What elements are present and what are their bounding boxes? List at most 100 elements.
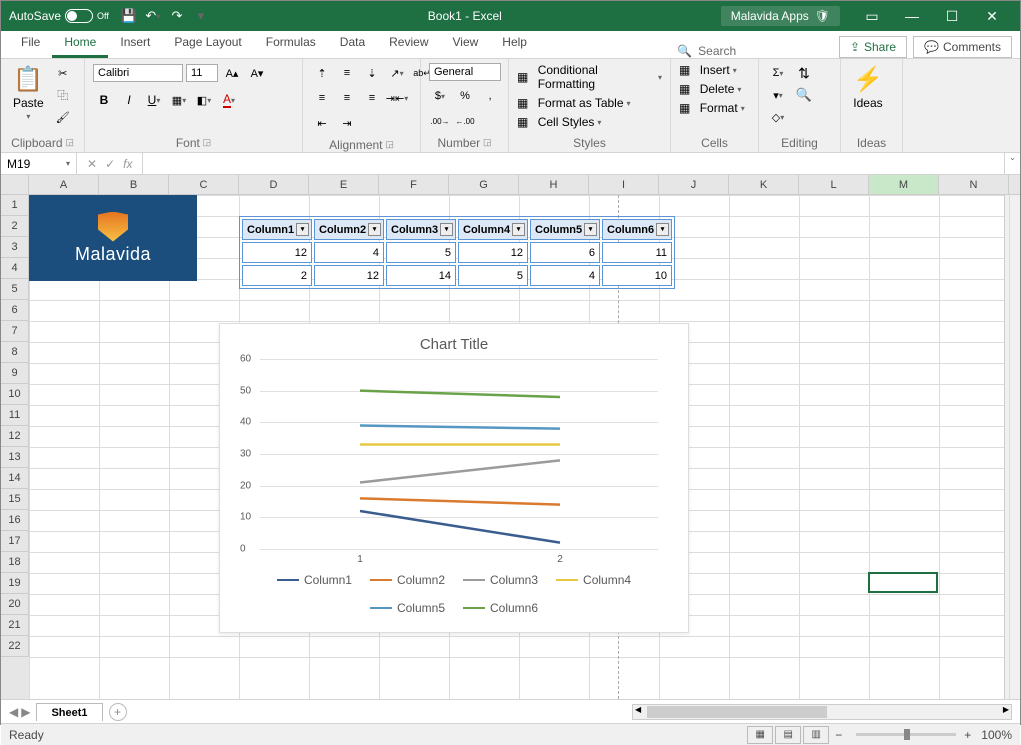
column-header[interactable]: C [169, 175, 239, 194]
legend-item[interactable]: Column2 [370, 573, 445, 587]
autosum-icon[interactable]: Σ▾ [767, 63, 789, 83]
increase-indent-icon[interactable]: ⇥ [336, 113, 358, 133]
row-header[interactable]: 20 [1, 594, 29, 615]
column-header[interactable]: K [729, 175, 799, 194]
column-header[interactable]: M [869, 175, 939, 194]
font-size-input[interactable] [186, 64, 218, 82]
table-header[interactable]: Column5▾ [530, 219, 600, 240]
table-header[interactable]: Column4▾ [458, 219, 528, 240]
align-middle-icon[interactable]: ≡ [336, 63, 358, 83]
worksheet-grid[interactable]: ABCDEFGHIJKLMN 1234567891011121314151617… [1, 175, 1020, 699]
align-left-icon[interactable]: ≡ [311, 88, 333, 108]
cell-styles-button[interactable]: ▦ Cell Styles▾ [517, 115, 662, 129]
conditional-formatting-button[interactable]: ▦ Conditional Formatting▾ [517, 63, 662, 91]
share-button[interactable]: ⇪Share [839, 36, 907, 58]
tab-data[interactable]: Data [328, 31, 377, 58]
row-header[interactable]: 15 [1, 489, 29, 510]
fx-icon[interactable]: fx [123, 157, 132, 171]
row-header[interactable]: 3 [1, 237, 29, 258]
chart-object[interactable]: Chart Title 010203040506012 Column1Colum… [219, 323, 689, 633]
increase-decimal-icon[interactable]: .00→ [429, 111, 451, 131]
ideas-button[interactable]: ⚡Ideas [849, 63, 887, 112]
table-header[interactable]: Column3▾ [386, 219, 456, 240]
table-row[interactable]: 124512611 [242, 242, 672, 263]
zoom-in-icon[interactable]: + [964, 728, 971, 742]
decrease-decimal-icon[interactable]: ←.00 [454, 111, 476, 131]
align-center-icon[interactable]: ≡ [336, 88, 358, 108]
insert-cells-button[interactable]: ▦ Insert▾ [679, 63, 745, 77]
filter-icon[interactable]: ▾ [296, 223, 309, 236]
row-header[interactable]: 11 [1, 405, 29, 426]
page-break-view-icon[interactable]: ▥ [803, 726, 829, 744]
legend-item[interactable]: Column5 [370, 601, 445, 615]
expand-formula-icon[interactable]: ⌄ [1004, 153, 1020, 174]
tab-help[interactable]: Help [490, 31, 539, 58]
save-icon[interactable]: 💾 [121, 8, 137, 24]
legend-item[interactable]: Column4 [556, 573, 631, 587]
border-icon[interactable]: ▦▾ [168, 90, 190, 110]
copy-icon[interactable]: ⿻ [52, 85, 74, 105]
sheet-next-icon[interactable]: ▶ [21, 705, 30, 719]
column-header[interactable]: H [519, 175, 589, 194]
number-format-input[interactable] [429, 63, 501, 81]
add-sheet-button[interactable]: + [109, 703, 127, 721]
legend-item[interactable]: Column3 [463, 573, 538, 587]
tab-page-layout[interactable]: Page Layout [162, 31, 253, 58]
page-layout-view-icon[interactable]: ▤ [775, 726, 801, 744]
delete-cells-button[interactable]: ▦ Delete▾ [679, 82, 745, 96]
qat-more-icon[interactable]: ▾ [193, 8, 209, 24]
comments-button[interactable]: 💬Comments [913, 36, 1012, 58]
decrease-indent-icon[interactable]: ⇤ [311, 113, 333, 133]
clear-icon[interactable]: ◇▾ [767, 107, 789, 127]
italic-icon[interactable]: I [118, 90, 140, 110]
undo-icon[interactable]: ↶▾ [145, 8, 161, 24]
bold-icon[interactable]: B [93, 90, 115, 110]
align-top-icon[interactable]: ⇡ [311, 63, 333, 83]
app-badge[interactable]: Malavida Apps 🛡 [721, 6, 840, 26]
row-header[interactable]: 4 [1, 258, 29, 279]
font-name-input[interactable] [93, 64, 183, 82]
increase-font-icon[interactable]: A▴ [221, 63, 243, 83]
autosave-toggle[interactable]: AutoSave Off [9, 9, 109, 23]
column-header[interactable]: N [939, 175, 1009, 194]
column-header[interactable]: E [309, 175, 379, 194]
vertical-scrollbar[interactable] [1004, 195, 1020, 699]
decrease-font-icon[interactable]: A▾ [246, 63, 268, 83]
zoom-level[interactable]: 100% [981, 728, 1012, 742]
row-header[interactable]: 10 [1, 384, 29, 405]
zoom-slider[interactable] [856, 733, 956, 736]
horizontal-scrollbar[interactable]: ◀▶ [632, 704, 1012, 720]
sort-filter-icon[interactable]: ⇅ [793, 63, 815, 83]
column-header[interactable]: G [449, 175, 519, 194]
filter-icon[interactable]: ▾ [440, 223, 453, 236]
row-header[interactable]: 16 [1, 510, 29, 531]
table-header[interactable]: Column6▾ [602, 219, 672, 240]
filter-icon[interactable]: ▾ [584, 223, 597, 236]
row-header[interactable]: 18 [1, 552, 29, 573]
table-row[interactable]: 212145410 [242, 265, 672, 286]
tab-formulas[interactable]: Formulas [254, 31, 328, 58]
chart-title[interactable]: Chart Title [240, 336, 668, 353]
row-header[interactable]: 17 [1, 531, 29, 552]
row-header[interactable]: 13 [1, 447, 29, 468]
search-box[interactable]: 🔍 Search [677, 44, 736, 58]
align-bottom-icon[interactable]: ⇣ [361, 63, 383, 83]
fill-icon[interactable]: ▾▾ [767, 85, 789, 105]
redo-icon[interactable]: ↷ [169, 8, 185, 24]
row-header[interactable]: 9 [1, 363, 29, 384]
minimize-icon[interactable]: — [892, 1, 932, 31]
sheet-tab[interactable]: Sheet1 [36, 703, 102, 721]
data-table[interactable]: Column1▾Column2▾Column3▾Column4▾Column5▾… [239, 216, 675, 289]
font-color-icon[interactable]: A▾ [218, 90, 240, 110]
ribbon-options-icon[interactable]: ▭ [852, 1, 892, 31]
paste-button[interactable]: 📋Paste▾ [9, 63, 48, 123]
row-header[interactable]: 19 [1, 573, 29, 594]
table-header[interactable]: Column1▾ [242, 219, 312, 240]
fill-color-icon[interactable]: ◧▾ [193, 90, 215, 110]
launcher-icon[interactable]: ◲ [385, 139, 394, 149]
percent-icon[interactable]: % [454, 86, 476, 106]
underline-icon[interactable]: U▾ [143, 90, 165, 110]
maximize-icon[interactable]: ☐ [932, 1, 972, 31]
legend-item[interactable]: Column1 [277, 573, 352, 587]
tab-view[interactable]: View [441, 31, 491, 58]
